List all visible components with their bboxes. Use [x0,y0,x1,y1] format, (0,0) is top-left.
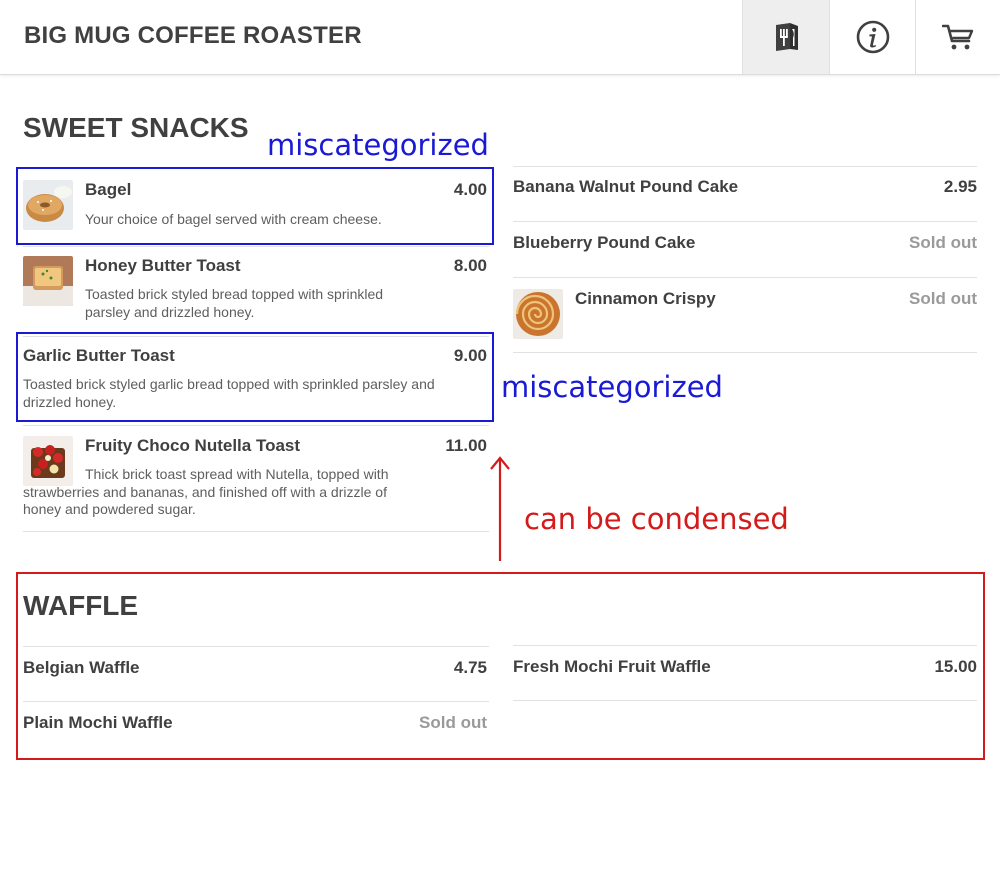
menu-item-banana-walnut-pound-cake[interactable]: Banana Walnut Pound Cake 2.95 [513,167,977,221]
menu-book-icon [775,23,798,51]
item-name: Banana Walnut Pound Cake [513,177,739,196]
divider [513,352,977,353]
item-price: 8.00 [453,256,487,275]
annotation-label-miscategorized: miscategorized [267,128,489,162]
item-name: Fruity Choco Nutella Toast [85,436,301,455]
item-description: Thick brick toast spread with Nutella, t… [23,466,389,517]
annotation-label-miscategorized: miscategorized [501,370,723,404]
menu-item-cinnamon-crispy[interactable]: Cinnamon Crispy Sold out [513,278,977,352]
toast-image [23,256,73,306]
item-description: Toasted brick styled bread topped with s… [85,286,384,320]
item-price-sold-out: Sold out [909,289,977,308]
item-name: Honey Butter Toast [85,256,241,275]
app-header: BIG MUG COFFEE ROASTER [0,0,1000,75]
item-price: 2.95 [943,177,977,196]
menu-button[interactable] [742,0,830,74]
annotation-box-waffle-section [16,572,985,760]
menu-item-fruity-choco-nutella-toast[interactable]: Fruity Choco Nutella Toast 11.00 Thick b… [23,426,489,530]
divider [23,531,489,532]
info-icon [856,20,890,54]
cart-icon [941,24,973,50]
annotation-box-bagel [16,167,494,245]
menu-item-blueberry-pound-cake[interactable]: Blueberry Pound Cake Sold out [513,222,977,276]
item-name: Blueberry Pound Cake [513,233,696,252]
annotation-box-garlic-butter-toast [16,332,494,422]
item-name: Cinnamon Crispy [575,289,716,308]
section-title-sweet-snacks: SWEET SNACKS [23,112,249,143]
item-price-sold-out: Sold out [909,233,977,252]
brand-title: BIG MUG COFFEE ROASTER [24,22,362,49]
cinnamon-roll-image [513,289,563,339]
item-price: 11.00 [445,436,487,455]
annotation-arrow-up-icon [490,456,510,561]
cart-button[interactable] [915,0,1000,74]
menu-item-honey-butter-toast[interactable]: Honey Butter Toast 8.00 Toasted brick st… [23,246,489,332]
annotation-label-can-be-condensed: can be condensed [524,502,789,536]
info-button[interactable] [829,0,916,74]
